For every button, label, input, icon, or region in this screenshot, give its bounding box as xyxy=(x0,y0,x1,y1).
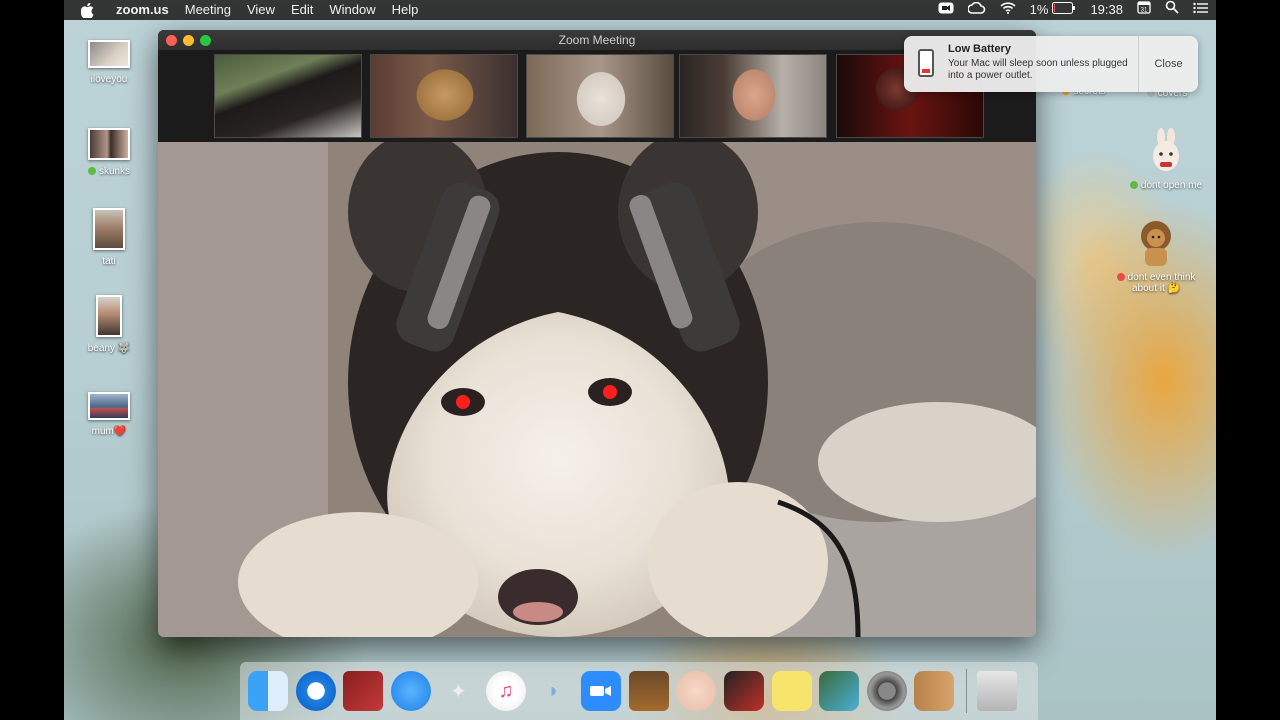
itunes-icon[interactable]: ♫ xyxy=(485,671,526,711)
desktop-item-skunks[interactable]: skunks xyxy=(64,128,154,177)
desktop-item-label: beany 🐺 xyxy=(87,343,131,354)
window-title: Zoom Meeting xyxy=(558,33,636,47)
tag-dot xyxy=(1116,273,1125,282)
sequel-pro-icon[interactable]: ◗ xyxy=(534,671,574,711)
safari-icon[interactable] xyxy=(295,671,336,711)
notification-title: Low Battery xyxy=(948,43,1011,55)
menu-window[interactable]: Window xyxy=(321,0,383,20)
notification-body: Your Mac will sleep soon unless plugged … xyxy=(948,58,1128,81)
participant-tile[interactable] xyxy=(679,54,827,138)
system-preferences-icon[interactable] xyxy=(866,671,907,711)
desktop: zoom.us Meeting View Edit Window Help 1%… xyxy=(64,0,1216,720)
participant-tile[interactable] xyxy=(526,54,674,138)
desktop-item-iloveyou[interactable]: iloveyou xyxy=(64,40,154,85)
finder-icon[interactable] xyxy=(248,671,288,711)
desktop-item-label: dont even think about it 🤔 xyxy=(1127,272,1196,294)
photo-thumbnail xyxy=(93,208,125,250)
active-speaker-video[interactable] xyxy=(158,142,1036,637)
battery-icon[interactable] xyxy=(1050,0,1083,20)
zoom-icon[interactable] xyxy=(581,671,622,711)
menu-help[interactable]: Help xyxy=(384,0,427,20)
minimize-window-icon[interactable] xyxy=(183,35,194,46)
menu-view[interactable]: View xyxy=(239,0,283,20)
desktop-item-label: skunks xyxy=(98,166,131,177)
messages-icon[interactable] xyxy=(390,671,431,711)
desktop-item-mum[interactable]: mum❤️ xyxy=(64,392,154,437)
calendar-icon[interactable]: 31 xyxy=(1130,0,1158,20)
tag-dot xyxy=(87,167,96,176)
battery-low-icon xyxy=(918,49,934,77)
menu-meeting[interactable]: Meeting xyxy=(177,0,239,20)
zoom-window-icon[interactable] xyxy=(200,35,211,46)
wifi-icon[interactable] xyxy=(993,0,1023,20)
desktop-item-label: tati xyxy=(102,256,116,267)
preview-icon[interactable] xyxy=(819,671,860,711)
contacts-icon[interactable] xyxy=(914,671,955,711)
desktop-item-label: dont open me xyxy=(1140,180,1203,191)
dock: ✦ ♫ ◗ xyxy=(240,662,1038,720)
photo-booth-icon[interactable] xyxy=(343,671,384,711)
participant-tile[interactable] xyxy=(370,54,518,138)
desktop-item-beany[interactable]: beany 🐺 xyxy=(64,295,154,354)
photo-thumbnail xyxy=(96,295,122,337)
low-battery-notification[interactable]: Low Battery Your Mac will sleep soon unl… xyxy=(904,36,1198,92)
control-center-icon[interactable] xyxy=(1186,0,1216,20)
desktop-item-dont-open-me[interactable]: dont open me xyxy=(1116,128,1216,191)
clock[interactable]: 19:38 xyxy=(1083,0,1130,20)
unknown-app-icon[interactable]: ✦ xyxy=(438,671,478,711)
trash-icon[interactable] xyxy=(976,671,1017,711)
desktop-item-dont-even-think-about-it[interactable]: dont even think about it 🤔 xyxy=(1106,218,1206,294)
stickies-icon[interactable] xyxy=(771,671,812,711)
participant-tile[interactable] xyxy=(214,54,362,138)
close-window-icon[interactable] xyxy=(166,35,177,46)
app-menu[interactable]: zoom.us xyxy=(108,0,177,20)
battery-percent[interactable]: 1% xyxy=(1023,0,1051,20)
photo-thumbnail xyxy=(88,128,130,160)
photo-app-icon[interactable] xyxy=(723,671,764,711)
photo-thumbnail xyxy=(88,392,130,420)
tag-dot xyxy=(1129,181,1138,190)
desktop-item-tati[interactable]: tati xyxy=(64,208,154,267)
zoom-meeting-window: Zoom Meeting xyxy=(158,30,1036,637)
status-area: 1% 19:38 31 xyxy=(931,0,1216,20)
face-app-icon[interactable] xyxy=(676,671,717,711)
desktop-item-label: iloveyou xyxy=(90,74,128,85)
zoom-status-icon[interactable] xyxy=(931,0,961,20)
desktop-item-label: mum❤️ xyxy=(91,426,127,437)
lion-icon xyxy=(1141,221,1171,266)
creative-cloud-icon[interactable] xyxy=(961,0,993,20)
garageband-icon[interactable] xyxy=(628,671,669,711)
search-icon[interactable] xyxy=(1158,0,1186,20)
photo-thumbnail xyxy=(88,40,130,68)
dock-separator xyxy=(965,669,967,713)
apple-logo-icon xyxy=(81,3,94,18)
svg-text:31: 31 xyxy=(1141,8,1148,14)
husky-video-frame xyxy=(158,142,1036,637)
notification-close-button[interactable]: Close xyxy=(1138,36,1198,92)
bunny-icon xyxy=(1153,128,1179,171)
menu-edit[interactable]: Edit xyxy=(283,0,321,20)
menu-bar: zoom.us Meeting View Edit Window Help 1%… xyxy=(64,0,1216,20)
